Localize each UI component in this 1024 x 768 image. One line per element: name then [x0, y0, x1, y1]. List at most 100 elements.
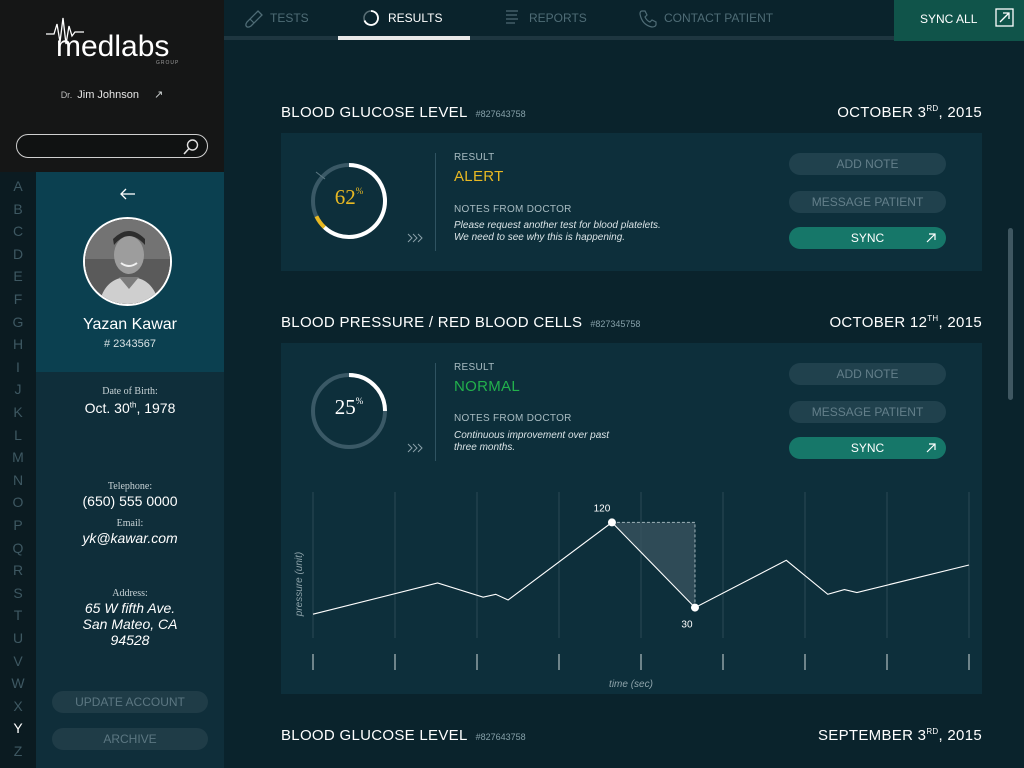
- sync-all-label: SYNC ALL: [920, 12, 978, 26]
- doctor-prefix: Dr.: [60, 90, 73, 100]
- alphabet-letter-a[interactable]: A: [0, 178, 36, 194]
- alphabet-letter-w[interactable]: W: [0, 675, 36, 691]
- telephone-label: Telephone:: [107, 481, 153, 492]
- dob-day: Oct. 30: [84, 400, 130, 416]
- chart-y-axis-label: pressure (unit): [294, 552, 305, 617]
- tab-contact-patient[interactable]: CONTACT PATIENT: [638, 0, 798, 36]
- chart-point-high[interactable]: [607, 518, 616, 527]
- result-date: OCTOBER 3RD, 2015: [760, 104, 982, 121]
- scrollbar-thumb[interactable]: [1008, 228, 1013, 400]
- alphabet-index: ABCDEFGHIJKLMNOPQRSTUVWXYZ: [0, 172, 36, 768]
- phone-icon: [639, 10, 657, 28]
- tab-tests-label: TESTS: [270, 11, 309, 25]
- external-arrow-icon: [926, 443, 936, 453]
- chart-grid: [312, 492, 970, 638]
- tab-reports[interactable]: REPORTS: [503, 0, 613, 36]
- result-ref: #827643758: [475, 732, 526, 742]
- chevron-right-icon[interactable]: [407, 233, 425, 243]
- alphabet-letter-f[interactable]: F: [0, 291, 36, 307]
- notes-label: NOTES FROM DOCTOR: [454, 413, 572, 424]
- alphabet-letter-t[interactable]: T: [0, 607, 36, 623]
- alphabet-letter-j[interactable]: J: [0, 381, 36, 397]
- patient-id: # 2343567: [104, 338, 156, 350]
- telephone-value[interactable]: (650) 555 0000: [36, 493, 224, 509]
- address-line-2: San Mateo, CA: [82, 616, 178, 632]
- alphabet-letter-n[interactable]: N: [0, 472, 36, 488]
- card-divider: [435, 153, 436, 251]
- notes-label: NOTES FROM DOCTOR: [454, 204, 572, 215]
- sync-all-button[interactable]: SYNC ALL: [894, 0, 1024, 41]
- gauge-percent: 62: [334, 185, 356, 209]
- result-ref: #827345758: [590, 319, 641, 329]
- date-suffix: TH: [927, 314, 939, 323]
- logo-text: medlabs: [56, 30, 169, 63]
- alphabet-letter-g[interactable]: G: [0, 314, 36, 330]
- back-arrow-icon[interactable]: [118, 186, 138, 202]
- message-patient-button[interactable]: MESSAGE PATIENT: [789, 401, 946, 423]
- alphabet-letter-h[interactable]: H: [0, 336, 36, 352]
- result-status: ALERT: [454, 168, 504, 185]
- alphabet-letter-x[interactable]: X: [0, 698, 36, 714]
- avatar: [83, 217, 172, 306]
- chart-point-low[interactable]: [690, 603, 699, 612]
- update-account-button[interactable]: UPDATE ACCOUNT: [52, 691, 208, 713]
- search-icon[interactable]: [182, 138, 200, 156]
- alphabet-letter-s[interactable]: S: [0, 585, 36, 601]
- date-suffix: RD: [926, 727, 939, 736]
- card-divider: [435, 363, 436, 461]
- alphabet-letter-b[interactable]: B: [0, 201, 36, 217]
- external-arrow-icon[interactable]: ↗: [154, 88, 163, 101]
- doctor-account[interactable]: Dr. Jim Johnson ↗: [0, 88, 224, 101]
- alphabet-letter-d[interactable]: D: [0, 246, 36, 262]
- search-box[interactable]: [16, 134, 208, 158]
- email-value[interactable]: yk@kawar.com: [36, 530, 224, 546]
- alphabet-letter-r[interactable]: R: [0, 562, 36, 578]
- chart-x-axis-label: time (sec): [609, 679, 653, 690]
- medlabs-logo: medlabs GROUP: [46, 17, 179, 66]
- nav-underline: [224, 36, 894, 40]
- alphabet-letter-e[interactable]: E: [0, 268, 36, 284]
- patient-profile: Yazan Kawar # 2343567 Date of Birth: Oct…: [36, 172, 224, 768]
- results-ring-icon: [363, 10, 379, 26]
- result-title: BLOOD PRESSURE / RED BLOOD CELLS #8273457…: [281, 314, 640, 331]
- result-date: SEPTEMBER 3RD, 2015: [760, 727, 982, 744]
- result-title-text: BLOOD GLUCOSE LEVEL: [281, 727, 468, 744]
- notes-line: Please request another test for blood pl…: [454, 220, 661, 231]
- sync-button[interactable]: SYNC: [789, 437, 946, 459]
- add-note-button[interactable]: ADD NOTE: [789, 153, 946, 175]
- gauge-percent: 25: [334, 395, 356, 419]
- add-note-button[interactable]: ADD NOTE: [789, 363, 946, 385]
- alphabet-letter-i[interactable]: I: [0, 359, 36, 375]
- result-title: BLOOD GLUCOSE LEVEL #827643758: [281, 104, 526, 121]
- gauge-value: 25%: [308, 395, 390, 420]
- address-line-1: 65 W fifth Ave.: [84, 600, 176, 616]
- alphabet-letter-k[interactable]: K: [0, 404, 36, 420]
- alphabet-letter-o[interactable]: O: [0, 494, 36, 510]
- alphabet-letter-c[interactable]: C: [0, 223, 36, 239]
- sync-label: SYNC: [850, 231, 885, 245]
- sync-button[interactable]: SYNC: [789, 227, 946, 249]
- gauge-percent-sign: %: [355, 396, 364, 406]
- result-title: BLOOD GLUCOSE LEVEL #827643758: [281, 727, 526, 744]
- alphabet-letter-v[interactable]: V: [0, 653, 36, 669]
- chevron-right-icon[interactable]: [407, 443, 425, 453]
- alphabet-letter-l[interactable]: L: [0, 427, 36, 443]
- message-patient-button[interactable]: MESSAGE PATIENT: [789, 191, 946, 213]
- alphabet-letter-p[interactable]: P: [0, 517, 36, 533]
- scrollbar-track[interactable]: [1008, 70, 1014, 768]
- tab-tests[interactable]: TESTS: [244, 0, 344, 36]
- alphabet-letter-y[interactable]: Y: [0, 720, 36, 736]
- tab-results[interactable]: RESULTS: [362, 0, 462, 36]
- alphabet-letter-u[interactable]: U: [0, 630, 36, 646]
- sync-label: SYNC: [850, 441, 885, 455]
- logo-subtext: GROUP: [156, 60, 179, 66]
- date-suffix: RD: [926, 104, 939, 113]
- alphabet-letter-m[interactable]: M: [0, 449, 36, 465]
- address-label: Address:: [112, 588, 148, 599]
- result-label: RESULT: [454, 362, 495, 373]
- alphabet-letter-z[interactable]: Z: [0, 743, 36, 759]
- alphabet-letter-q[interactable]: Q: [0, 540, 36, 556]
- archive-button[interactable]: ARCHIVE: [52, 728, 208, 750]
- date-month-day: OCTOBER 3: [837, 104, 927, 121]
- search-input[interactable]: [27, 138, 177, 154]
